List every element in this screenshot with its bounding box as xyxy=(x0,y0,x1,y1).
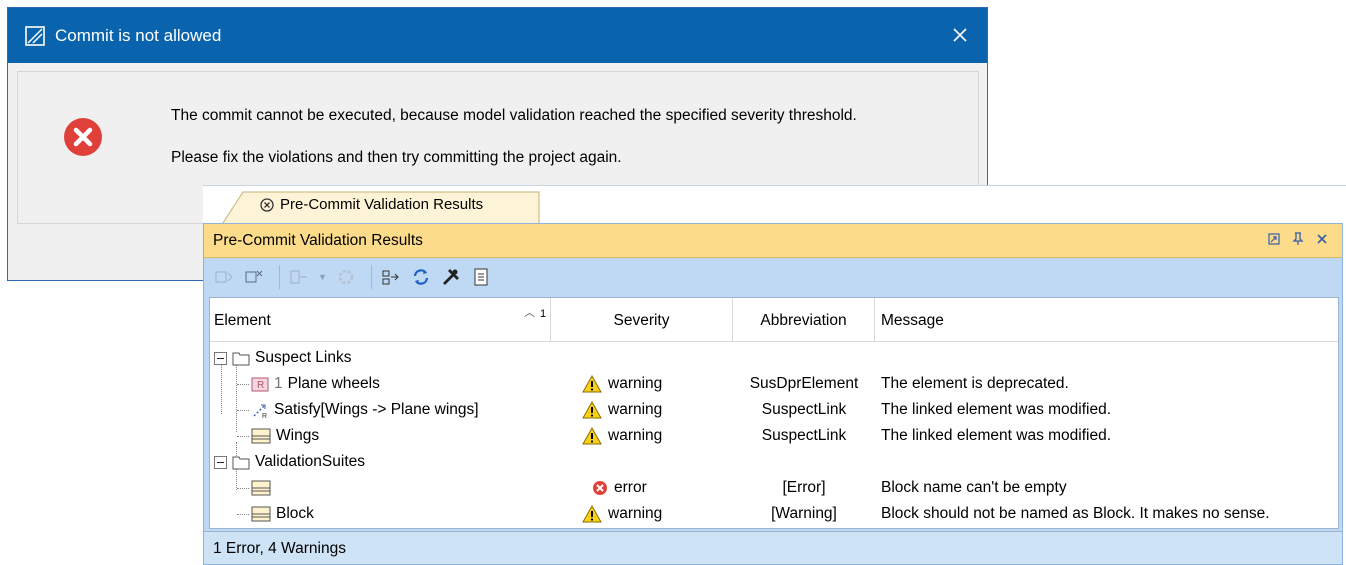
message-value: Block should not be named as Block. It m… xyxy=(881,505,1270,522)
panel-title: Pre-Commit Validation Results xyxy=(213,231,423,249)
message-value: The linked element was modified. xyxy=(881,427,1112,444)
severity-value: warning xyxy=(608,427,663,444)
warning-icon xyxy=(582,427,602,445)
severity-value: warning xyxy=(608,401,663,418)
group-label: Suspect Links xyxy=(255,349,352,366)
refresh-button[interactable] xyxy=(410,266,432,288)
table-row[interactable]: R Satisfy[Wings -> Plane wings] warning … xyxy=(210,397,1338,423)
close-panel-icon[interactable] xyxy=(1316,233,1328,245)
refresh-icon xyxy=(413,269,429,285)
abbreviation-value: SusDprElement xyxy=(749,375,859,392)
column-severity[interactable]: Severity xyxy=(551,298,733,341)
results-table: Element ︿ 1 Severity Abbreviation Messag… xyxy=(209,297,1339,529)
dialog-message-line2: Please fix the violations and then try c… xyxy=(171,149,622,166)
warning-icon xyxy=(582,375,602,393)
report-button[interactable] xyxy=(470,266,492,288)
table-row[interactable]: R 1 Plane wheels warning SusDprElement T… xyxy=(210,371,1338,397)
dialog-message-line1: The commit cannot be executed, because m… xyxy=(171,107,857,124)
sort-index: 1 xyxy=(540,308,547,320)
element-name: Plane wheels xyxy=(287,375,380,392)
element-name: Satisfy[Wings -> Plane wings] xyxy=(274,401,479,418)
message-value: The element is deprecated. xyxy=(881,375,1069,392)
svg-text:R: R xyxy=(262,413,267,419)
settings-button[interactable] xyxy=(335,266,357,288)
error-icon xyxy=(593,481,607,495)
validation-results-panel: Pre-Commit Validation Results ▼ Element … xyxy=(203,223,1343,565)
severity-value: error xyxy=(614,479,647,496)
satisfy-relation-icon: R xyxy=(253,404,267,419)
expand-icon xyxy=(382,270,399,285)
folder-icon xyxy=(232,352,250,365)
abbreviation-value: [Warning] xyxy=(771,505,837,522)
exclude-button[interactable] xyxy=(243,266,265,288)
tab-strip: Pre-Commit Validation Results xyxy=(203,185,1346,227)
block-icon xyxy=(251,506,271,522)
collapse-icon[interactable] xyxy=(214,351,227,365)
requirement-icon: R xyxy=(251,377,269,391)
abbreviation-value: [Error] xyxy=(782,479,826,496)
table-row[interactable]: Wings warning SuspectLink The linked ele… xyxy=(210,423,1338,449)
table-row[interactable]: error [Error] Block name can't be empty xyxy=(210,475,1338,501)
dialog-title: Commit is not allowed xyxy=(55,25,222,45)
table-header: Element ︿ 1 Severity Abbreviation Messag… xyxy=(210,298,1338,342)
severity-value: warning xyxy=(608,505,663,522)
severity-value: warning xyxy=(608,375,663,392)
tools-button[interactable] xyxy=(440,266,462,288)
table-row[interactable]: Block warning [Warning] Block should not… xyxy=(210,501,1338,527)
float-window-icon[interactable] xyxy=(1268,233,1280,245)
tab-label: Pre-Commit Validation Results xyxy=(280,196,484,213)
toolbar: ▼ xyxy=(204,258,1342,296)
tree-group-row[interactable]: Suspect Links xyxy=(210,345,1338,371)
warning-icon xyxy=(582,401,602,419)
column-element[interactable]: Element xyxy=(210,298,551,341)
element-name: Wings xyxy=(276,427,320,444)
expand-button[interactable] xyxy=(380,266,402,288)
navigate-button[interactable] xyxy=(288,266,310,288)
block-icon xyxy=(251,428,271,444)
dropdown-arrow-icon[interactable]: ▼ xyxy=(318,272,327,282)
abbreviation-value: SuspectLink xyxy=(761,427,847,444)
solve-button[interactable] xyxy=(213,266,235,288)
warning-icon xyxy=(582,505,602,523)
solve-icon xyxy=(215,271,233,283)
report-icon xyxy=(474,268,488,286)
column-abbreviation[interactable]: Abbreviation xyxy=(733,298,875,341)
message-value: Block name can't be empty xyxy=(881,479,1067,496)
tools-icon xyxy=(442,269,459,285)
close-icon[interactable] xyxy=(947,22,973,48)
collapse-icon[interactable] xyxy=(214,455,227,469)
message-value: The linked element was modified. xyxy=(881,401,1112,418)
panel-header: Pre-Commit Validation Results xyxy=(204,224,1342,258)
folder-icon xyxy=(232,456,250,469)
gear-icon xyxy=(338,269,354,285)
tree-group-row[interactable]: ValidationSuites xyxy=(210,449,1338,475)
sort-arrow-icon: ︿ xyxy=(524,307,535,319)
abbreviation-value: SuspectLink xyxy=(761,401,847,418)
error-icon xyxy=(64,118,102,156)
svg-text:R: R xyxy=(257,380,264,391)
app-icon xyxy=(25,25,45,46)
exclude-icon xyxy=(245,270,263,283)
dialog-title-bar: Commit is not allowed xyxy=(8,8,987,63)
element-number: 1 xyxy=(274,375,283,392)
status-bar: 1 Error, 4 Warnings xyxy=(204,531,1342,564)
column-message[interactable]: Message xyxy=(875,298,1338,341)
element-name: Block xyxy=(276,505,314,522)
pin-icon[interactable] xyxy=(1292,232,1304,246)
group-label: ValidationSuites xyxy=(255,453,366,470)
navigate-icon xyxy=(290,270,307,284)
validation-results-icon xyxy=(260,197,274,212)
block-icon xyxy=(251,480,271,496)
